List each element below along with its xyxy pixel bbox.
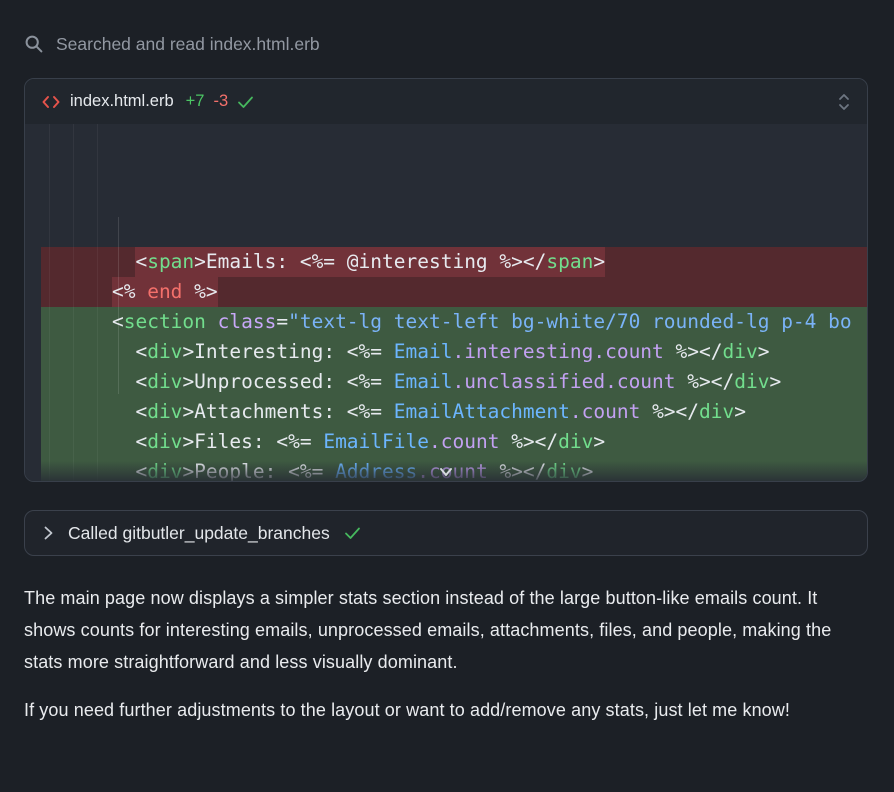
assistant-paragraph: If you need further adjustments to the l… [24, 694, 870, 726]
tool-call-label: Called gitbutler_update_branches [68, 523, 330, 544]
expand-collapse-icon[interactable] [837, 91, 851, 113]
tool-call-row[interactable]: Called gitbutler_update_branches [24, 510, 868, 556]
code-line: <div>Interesting: <%= Email.interesting.… [41, 337, 867, 367]
tool-status-row: Searched and read index.html.erb [24, 32, 870, 56]
code-icon [41, 94, 61, 110]
diff-filename: index.html.erb [70, 92, 174, 111]
chevron-down-icon [436, 467, 456, 478]
deletions-count: -3 [213, 92, 228, 111]
diff-code: <span>Emails: <%= @interesting %></span>… [25, 124, 867, 482]
search-icon [24, 34, 44, 54]
code-line: <div>Unprocessed: <%= Email.unclassified… [41, 367, 867, 397]
success-check-icon [237, 95, 254, 109]
code-line: <section class="text-lg text-left bg-whi… [41, 307, 867, 337]
expand-diff-button[interactable] [434, 465, 458, 480]
code-line: <% end %> [41, 277, 867, 307]
code-line: <div>Attachments: <%= EmailAttachment.co… [41, 397, 867, 427]
code-line: <span>Emails: <%= @interesting %></span> [41, 247, 867, 277]
diff-header[interactable]: index.html.erb +7 -3 [25, 79, 867, 124]
diff-card: index.html.erb +7 -3 <span>Emails: <%= @… [24, 78, 868, 482]
additions-count: +7 [186, 92, 205, 111]
chevron-right-icon [43, 525, 54, 541]
check-icon [344, 526, 361, 540]
assistant-message: The main page now displays a simpler sta… [24, 582, 870, 726]
tool-status-label: Searched and read index.html.erb [56, 34, 320, 55]
code-line: <div>Files: <%= EmailFile.count %></div> [41, 427, 867, 457]
assistant-paragraph: The main page now displays a simpler sta… [24, 582, 870, 678]
